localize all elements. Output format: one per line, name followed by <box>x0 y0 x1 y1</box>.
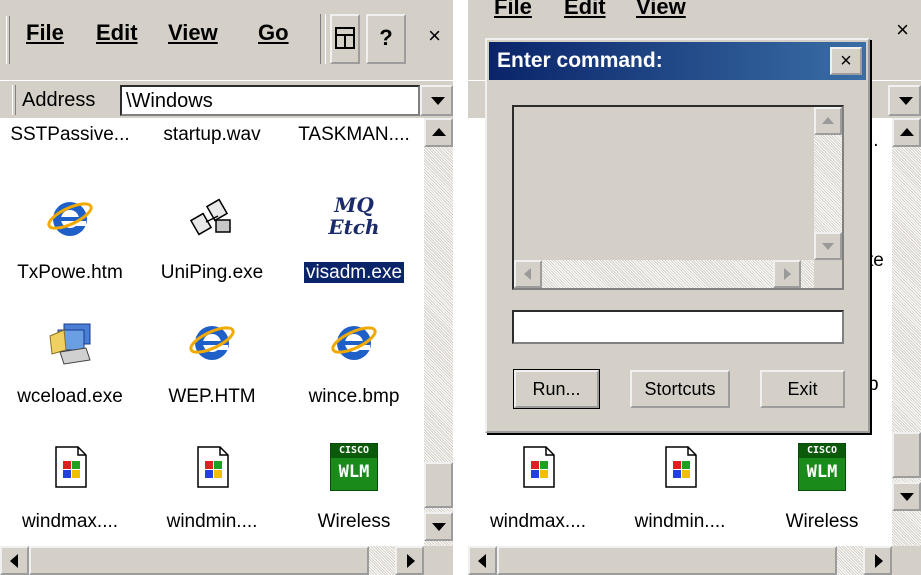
scroll-right-button[interactable] <box>395 546 424 575</box>
toolbar-separator <box>320 14 326 64</box>
file-item[interactable]: MQ Etch visadm.exe <box>284 194 424 284</box>
file-item[interactable]: CISCO WLM Wireless <box>284 443 424 533</box>
command-history-list[interactable] <box>512 105 844 290</box>
file-label-selected: visadm.exe <box>302 261 406 284</box>
list-scroll-right-button[interactable] <box>773 260 801 288</box>
windows-doc-icon <box>197 446 229 488</box>
menu-edit[interactable]: Edit <box>564 0 606 20</box>
menu-bar: File Edit View Go ? × <box>0 0 453 80</box>
vertical-scrollbar[interactable] <box>892 118 921 546</box>
windows-doc-icon <box>665 446 697 488</box>
file-label: Wireless <box>317 511 391 532</box>
menu-edit[interactable]: Edit <box>96 20 138 46</box>
view-toggle-icon <box>335 27 355 49</box>
file-item[interactable]: wince.bmp <box>284 318 424 408</box>
dialog-title-bar[interactable]: Enter command: × <box>489 42 866 80</box>
run-dialog: Enter command: × Run... Stortcuts Exit <box>485 38 870 433</box>
file-label: startup.wav <box>163 124 261 145</box>
ie-icon <box>189 326 235 360</box>
file-label: windmax.... <box>489 511 587 532</box>
file-label: TASKMAN.... <box>298 124 410 145</box>
file-item[interactable]: wceload.exe <box>0 318 140 408</box>
network-icon <box>189 198 231 236</box>
vertical-scrollbar[interactable] <box>424 118 453 546</box>
address-dropdown-button[interactable] <box>420 85 453 116</box>
list-scroll-left-button[interactable] <box>514 260 542 288</box>
menu-go[interactable]: Go <box>258 20 289 46</box>
scroll-up-button[interactable] <box>892 118 921 147</box>
toolbar-grip[interactable] <box>6 16 10 64</box>
file-label: UniPing.exe <box>160 262 264 283</box>
cisco-wlm-icon: CISCO WLM <box>798 443 846 491</box>
list-scroll-up-button[interactable] <box>814 107 842 135</box>
horizontal-scroll-thumb[interactable] <box>497 546 837 575</box>
file-item[interactable]: SSTPassive... <box>0 118 140 146</box>
file-item[interactable]: windmin.... <box>142 443 282 533</box>
file-label-partial: te <box>868 250 884 271</box>
file-label: TxPowe.htm <box>17 262 123 283</box>
help-button[interactable]: ? <box>366 14 406 64</box>
file-label: wceload.exe <box>17 386 123 407</box>
file-label: windmin.... <box>166 511 258 532</box>
list-scroll-down-button[interactable] <box>814 232 842 260</box>
menu-file[interactable]: File <box>494 0 532 20</box>
address-input[interactable]: \Windows <box>120 85 420 116</box>
scroll-down-button[interactable] <box>424 512 453 541</box>
install-icon <box>49 323 91 365</box>
scroll-thumb[interactable] <box>424 462 453 508</box>
file-item[interactable]: UniPing.exe <box>142 194 282 284</box>
scroll-left-button[interactable] <box>468 546 497 575</box>
explorer-window-left: File Edit View Go ? × Address \Windows S… <box>0 0 453 575</box>
windows-doc-icon <box>55 446 87 488</box>
scroll-down-button[interactable] <box>892 482 921 511</box>
file-item[interactable]: windmax.... <box>0 443 140 533</box>
file-item[interactable]: CISCO WLM Wireless <box>752 443 892 533</box>
address-dropdown-button[interactable] <box>888 85 921 116</box>
scroll-left-button[interactable] <box>0 546 29 575</box>
menu-view[interactable]: View <box>168 20 218 46</box>
horizontal-scrollbar[interactable] <box>0 546 424 575</box>
scrollbar-corner <box>424 546 453 575</box>
file-item[interactable]: windmin.... <box>610 443 750 533</box>
file-label: Wireless <box>785 511 859 532</box>
address-label: Address <box>22 89 96 111</box>
menu-view[interactable]: View <box>636 0 686 20</box>
cisco-wlm-icon: CISCO WLM <box>330 443 378 491</box>
file-label: wince.bmp <box>308 386 400 407</box>
scroll-up-button[interactable] <box>424 118 453 147</box>
view-toggle-button[interactable] <box>330 14 360 64</box>
list-horizontal-scrollbar[interactable] <box>514 260 814 288</box>
ie-icon <box>331 326 377 360</box>
menu-file[interactable]: File <box>26 20 64 46</box>
file-label: windmin.... <box>634 511 726 532</box>
shortcuts-button[interactable]: Stortcuts <box>630 370 730 408</box>
scroll-right-button[interactable] <box>863 546 892 575</box>
run-button[interactable]: Run... <box>513 369 600 409</box>
file-label: WEP.HTM <box>168 386 256 407</box>
close-button[interactable]: × <box>416 14 453 64</box>
file-item[interactable]: TxPowe.htm <box>0 194 140 284</box>
windows-doc-icon <box>523 446 555 488</box>
explorer-window-right: File Edit View × .. te p windmax.... win… <box>468 0 921 575</box>
file-item[interactable]: TASKMAN.... <box>284 118 424 146</box>
file-label: SSTPassive... <box>10 124 130 145</box>
dialog-title: Enter command: <box>497 49 663 72</box>
mq-etch-icon: MQ Etch <box>328 193 380 239</box>
horizontal-scrollbar[interactable] <box>468 546 892 575</box>
file-label: windmax.... <box>21 511 119 532</box>
address-grip[interactable] <box>12 85 16 115</box>
exit-button[interactable]: Exit <box>760 370 845 408</box>
ie-icon <box>47 202 93 236</box>
address-bar: Address \Windows <box>0 80 453 118</box>
horizontal-scroll-thumb[interactable] <box>29 546 369 575</box>
file-item[interactable]: startup.wav <box>142 118 282 146</box>
file-list: SSTPassive... startup.wav TASKMAN.... Tx… <box>0 118 424 546</box>
file-item[interactable]: windmax.... <box>468 443 608 533</box>
file-item[interactable]: WEP.HTM <box>142 318 282 408</box>
scrollbar-corner <box>892 546 921 575</box>
scroll-thumb[interactable] <box>892 432 921 478</box>
dialog-close-button[interactable]: × <box>830 47 862 75</box>
close-button[interactable]: × <box>884 8 921 58</box>
command-input[interactable] <box>512 310 844 344</box>
